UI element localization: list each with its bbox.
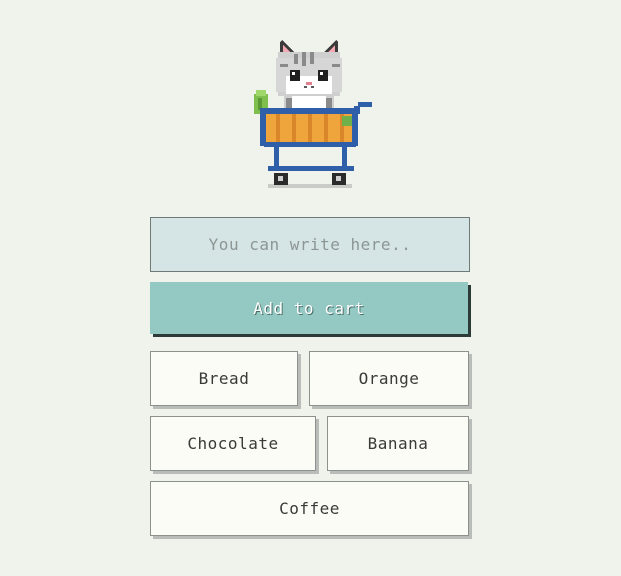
item-coffee-button[interactable]: Coffee bbox=[150, 481, 469, 536]
item-bread-button[interactable]: Bread bbox=[150, 351, 298, 406]
item-orange-button[interactable]: Orange bbox=[309, 351, 469, 406]
item-chocolate-button[interactable]: Chocolate bbox=[150, 416, 316, 471]
item-banana-button[interactable]: Banana bbox=[327, 416, 469, 471]
add-to-cart-button[interactable]: Add to cart bbox=[150, 282, 468, 334]
item-text-input[interactable] bbox=[150, 217, 470, 272]
cat-in-shopping-cart-icon bbox=[246, 36, 374, 192]
